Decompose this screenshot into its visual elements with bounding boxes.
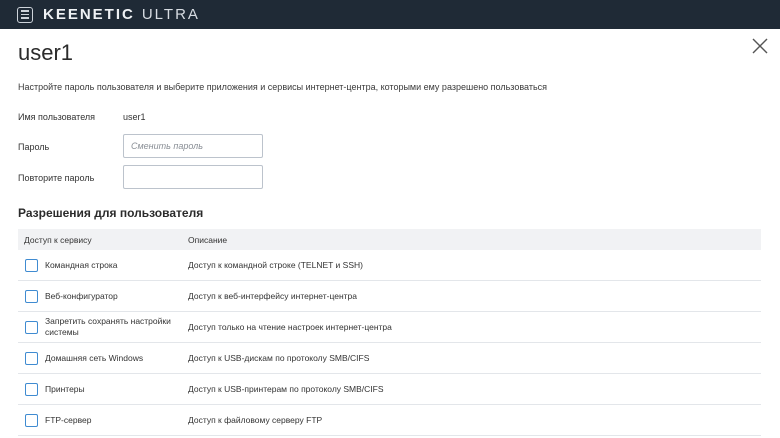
checkbox-icon[interactable] (25, 320, 38, 334)
username-value: user1 (123, 112, 146, 122)
service-name[interactable]: Домашняя сеть Windows (45, 353, 143, 364)
service-description: Доступ к командной строке (TELNET и SSH) (188, 260, 363, 270)
checkbox-icon[interactable] (25, 351, 38, 365)
permissions-table: Доступ к сервису Описание Командная стро… (18, 229, 761, 436)
username-label: Имя пользователя (18, 112, 96, 122)
service-cell: Домашняя сеть Windows (18, 351, 188, 365)
menu-icon-line (21, 10, 29, 12)
service-cell: Принтеры (18, 382, 188, 396)
password-label: Пароль (18, 142, 50, 152)
checkbox-icon[interactable] (25, 382, 38, 396)
checkbox-icon[interactable] (25, 413, 38, 427)
service-name[interactable]: FTP-сервер (45, 415, 91, 426)
table-header: Доступ к сервису Описание (18, 229, 761, 250)
top-bar: KEENETIC ULTRA (0, 0, 780, 29)
service-description: Доступ к файловому серверу FTP (188, 415, 323, 425)
column-header-description: Описание (188, 234, 228, 245)
service-name[interactable]: Командная строка (45, 260, 118, 271)
checkbox-icon[interactable] (25, 258, 38, 272)
service-description: Доступ только на чтение настроек интерне… (188, 322, 392, 332)
table-row: Командная строка Доступ к командной стро… (18, 250, 761, 281)
brand-logo[interactable]: KEENETIC (43, 6, 135, 23)
table-row: FTP-сервер Доступ к файловому серверу FT… (18, 405, 761, 436)
service-cell: FTP-сервер (18, 413, 188, 427)
column-header-service: Доступ к сервису (24, 234, 92, 245)
repeat-password-field[interactable] (123, 165, 263, 189)
menu-icon[interactable] (17, 6, 33, 23)
permissions-title: Разрешения для пользователя (18, 206, 204, 220)
brand-model: ULTRA (141, 6, 200, 23)
service-description: Доступ к USB-принтерам по протоколу SMB/… (188, 384, 384, 394)
intro-text: Настройте пароль пользователя и выберите… (18, 82, 548, 92)
service-name[interactable]: Принтеры (45, 384, 85, 395)
password-field[interactable] (123, 134, 263, 158)
service-description: Доступ к USB-дискам по протоколу SMB/CIF… (188, 353, 370, 363)
checkbox-icon[interactable] (25, 289, 38, 303)
service-name[interactable]: Запретить сохранять настройки системы (45, 316, 188, 338)
table-row: Принтеры Доступ к USB-принтерам по прото… (18, 374, 761, 405)
service-description: Доступ к веб-интерфейсу интернет-центра (188, 291, 357, 301)
service-cell: Командная строка (18, 258, 188, 272)
repeat-password-label: Повторите пароль (18, 173, 95, 183)
close-icon[interactable] (750, 36, 770, 56)
table-row: Веб-конфигуратор Доступ к веб-интерфейсу… (18, 281, 761, 312)
service-cell: Веб-конфигуратор (18, 289, 188, 303)
menu-icon-line (21, 13, 29, 16)
menu-icon-line (21, 17, 29, 19)
service-cell: Запретить сохранять настройки системы (18, 316, 188, 338)
page-title: user1 (18, 40, 74, 65)
table-row: Домашняя сеть Windows Доступ к USB-диска… (18, 343, 761, 374)
table-row: Запретить сохранять настройки системы До… (18, 312, 761, 343)
service-name[interactable]: Веб-конфигуратор (45, 291, 118, 302)
